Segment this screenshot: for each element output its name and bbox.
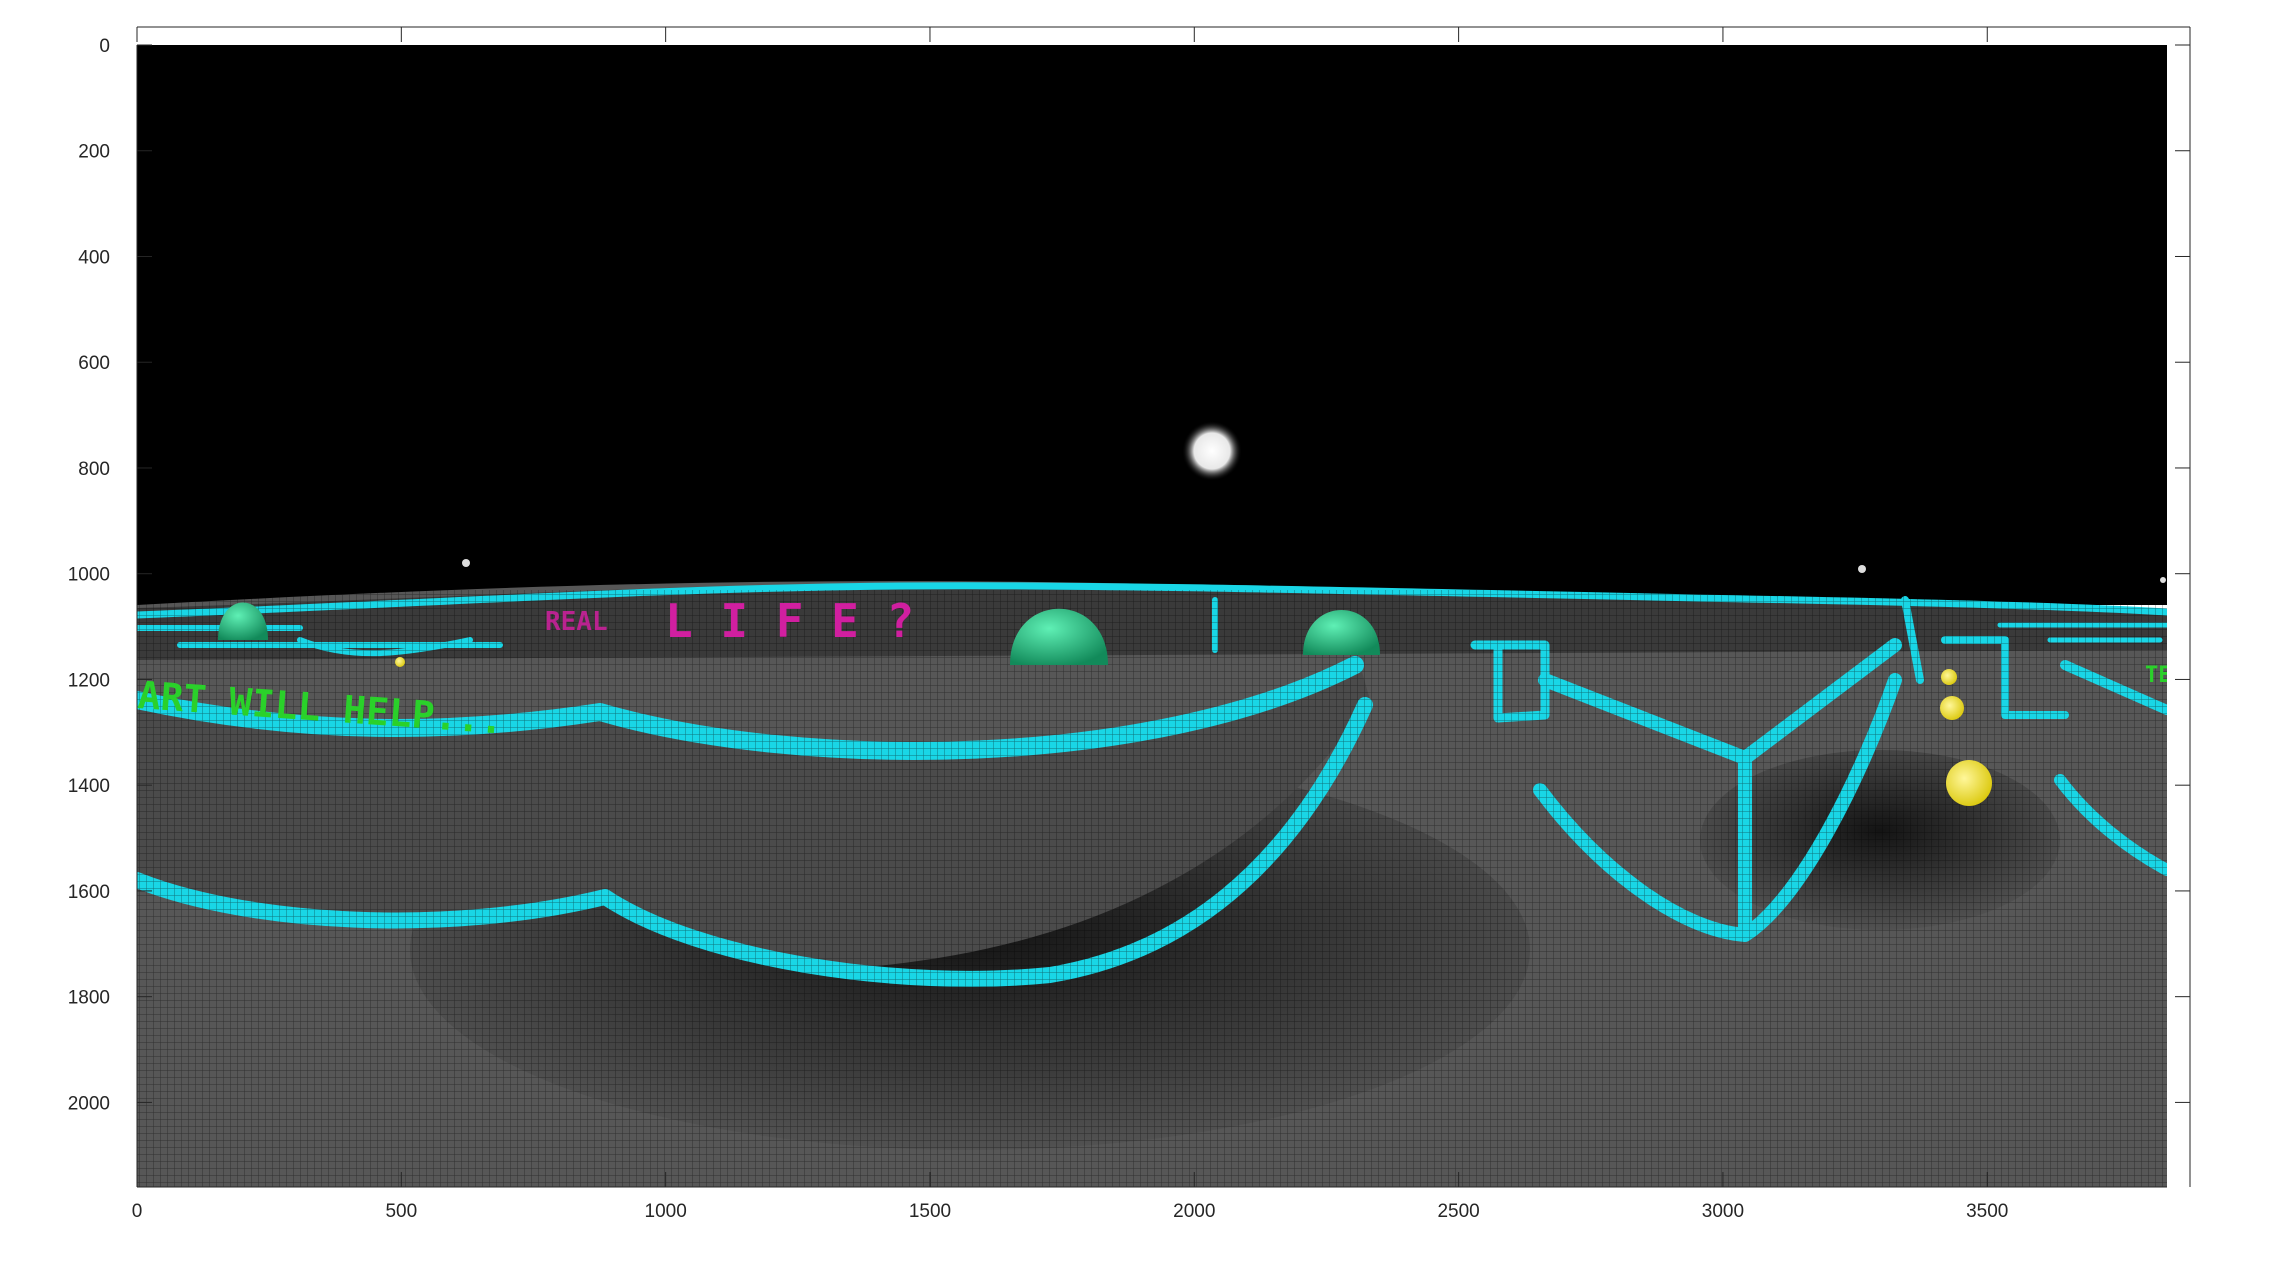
x-tick-label: 0 [132,1201,143,1222]
real-sign: REAL [545,607,608,637]
x-tick-label: 500 [385,1201,417,1222]
yellow-orb-small [1941,669,1957,685]
y-tick-label: 1200 [68,670,110,691]
y-tick-label: 0 [99,36,110,57]
x-tick-label: 2000 [1173,1201,1215,1222]
distant-light-2 [1858,565,1866,573]
distant-light-1 [462,559,470,567]
pixel-grid [137,590,2167,1187]
night-sky [137,45,2167,605]
x-tick-label: 3500 [1966,1201,2008,1222]
y-tick-label: 800 [78,459,110,480]
yellow-orb-tiny [395,657,405,667]
panorama-image: L I F E ? REAL ART WILL HELP... TE [137,45,2172,1187]
x-tick-label: 1500 [909,1201,951,1222]
y-tick-label: 400 [78,247,110,268]
y-tick-label: 2000 [68,1093,110,1114]
x-tick-label: 3000 [1702,1201,1744,1222]
yellow-orb-large [1946,760,1992,806]
x-tick-label: 1000 [645,1201,687,1222]
yellow-orb-medium [1940,696,1964,720]
life-sign: L I F E ? [665,594,914,648]
y-tick-label: 1000 [68,565,110,586]
moon [1182,421,1242,481]
x-tick-label: 2500 [1437,1201,1479,1222]
right-sign: TE [2145,663,2172,688]
y-tick-label: 200 [78,142,110,163]
y-tick-label: 1800 [68,988,110,1009]
image-plot: L I F E ? REAL ART WILL HELP... TE 0 500 1… [68,26,2191,1222]
distant-light-3 [2160,577,2166,583]
y-tick-label: 600 [78,353,110,374]
y-tick-label: 1400 [68,776,110,797]
y-tick-label: 1600 [68,882,110,903]
